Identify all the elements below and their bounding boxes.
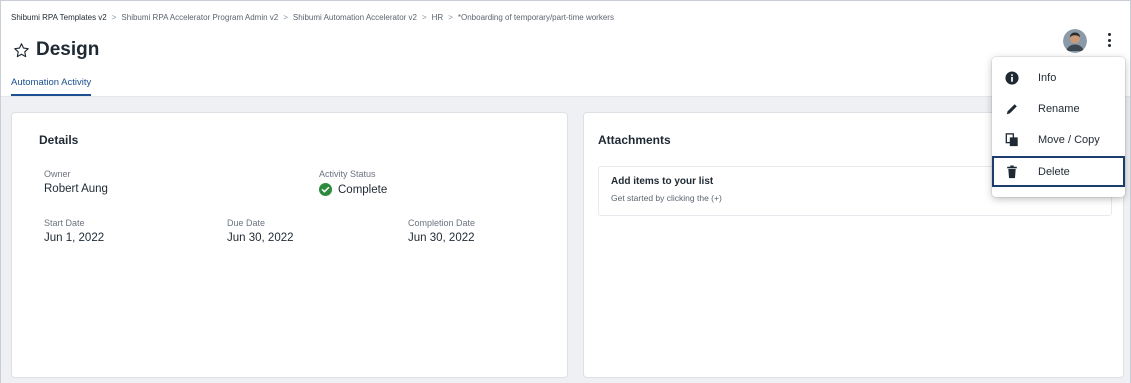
attachments-title: Attachments	[598, 133, 671, 147]
trash-icon	[1005, 165, 1019, 179]
check-circle-icon	[319, 183, 332, 196]
copy-icon	[1005, 132, 1019, 147]
page-title: Design	[36, 39, 100, 60]
info-icon	[1005, 70, 1019, 85]
breadcrumb-item-onboarding[interactable]: *Onboarding of temporary/part-time worke…	[458, 13, 614, 22]
owner-field: Owner Robert Aung	[44, 169, 108, 195]
app-window: Shibumi RPA Templates v2 > Shibumi RPA A…	[0, 0, 1131, 383]
tab-automation-activity[interactable]: Automation Activity	[11, 77, 92, 96]
activity-status-value: Complete	[319, 183, 387, 196]
empty-state-title: Add items to your list	[611, 176, 714, 187]
menu-item-label: Delete	[1038, 165, 1070, 178]
menu-item-delete[interactable]: Delete	[992, 156, 1125, 187]
breadcrumb-item-templates[interactable]: Shibumi RPA Templates v2	[11, 13, 107, 22]
avatar[interactable]	[1063, 29, 1087, 53]
menu-item-label: Info	[1038, 71, 1057, 84]
breadcrumb-item-hr[interactable]: HR	[432, 13, 444, 22]
more-options-icon[interactable]	[1103, 31, 1115, 49]
activity-status-field: Activity Status Complete	[319, 169, 387, 196]
breadcrumb-item-program-admin[interactable]: Shibumi RPA Accelerator Program Admin v2	[121, 13, 278, 22]
activity-status-text: Complete	[338, 183, 388, 196]
due-date-field: Due Date Jun 30, 2022	[227, 218, 294, 244]
breadcrumb-separator: >	[111, 13, 117, 22]
menu-item-label: Move / Copy	[1038, 133, 1100, 146]
context-menu: Info Rename Move / Copy Delete	[992, 57, 1125, 197]
content-area: Details Owner Robert Aung Activity Statu…	[1, 97, 1130, 383]
details-title: Details	[39, 133, 79, 147]
completion-date-value: Jun 30, 2022	[408, 232, 475, 244]
star-outline-icon[interactable]	[13, 42, 30, 59]
breadcrumb: Shibumi RPA Templates v2 > Shibumi RPA A…	[11, 13, 614, 22]
start-date-value: Jun 1, 2022	[44, 232, 105, 244]
breadcrumb-item-accelerator[interactable]: Shibumi Automation Accelerator v2	[293, 13, 417, 22]
empty-state-subtitle: Get started by clicking the (+)	[611, 193, 722, 203]
user-avatar-icon	[1063, 29, 1087, 53]
activity-status-label: Activity Status	[319, 169, 376, 179]
breadcrumb-separator: >	[448, 13, 453, 22]
owner-value: Robert Aung	[44, 183, 108, 195]
breadcrumb-separator: >	[283, 13, 288, 22]
due-date-value: Jun 30, 2022	[227, 232, 294, 244]
menu-item-rename[interactable]: Rename	[992, 93, 1125, 124]
breadcrumb-separator: >	[421, 13, 427, 22]
start-date-label: Start Date	[44, 218, 85, 228]
completion-date-label: Completion Date	[408, 218, 476, 228]
menu-item-move-copy[interactable]: Move / Copy	[992, 124, 1125, 155]
start-date-field: Start Date Jun 1, 2022	[44, 218, 104, 244]
due-date-label: Due Date	[227, 218, 266, 228]
tab-bar: Automation Activity	[1, 73, 1130, 97]
completion-date-field: Completion Date Jun 30, 2022	[408, 218, 475, 244]
owner-label: Owner	[44, 169, 71, 179]
menu-item-info[interactable]: Info	[992, 62, 1125, 93]
page-header: Design	[13, 39, 99, 61]
details-card: Details Owner Robert Aung Activity Statu…	[11, 112, 568, 378]
pencil-icon	[1005, 102, 1019, 116]
menu-item-label: Rename	[1038, 102, 1080, 115]
